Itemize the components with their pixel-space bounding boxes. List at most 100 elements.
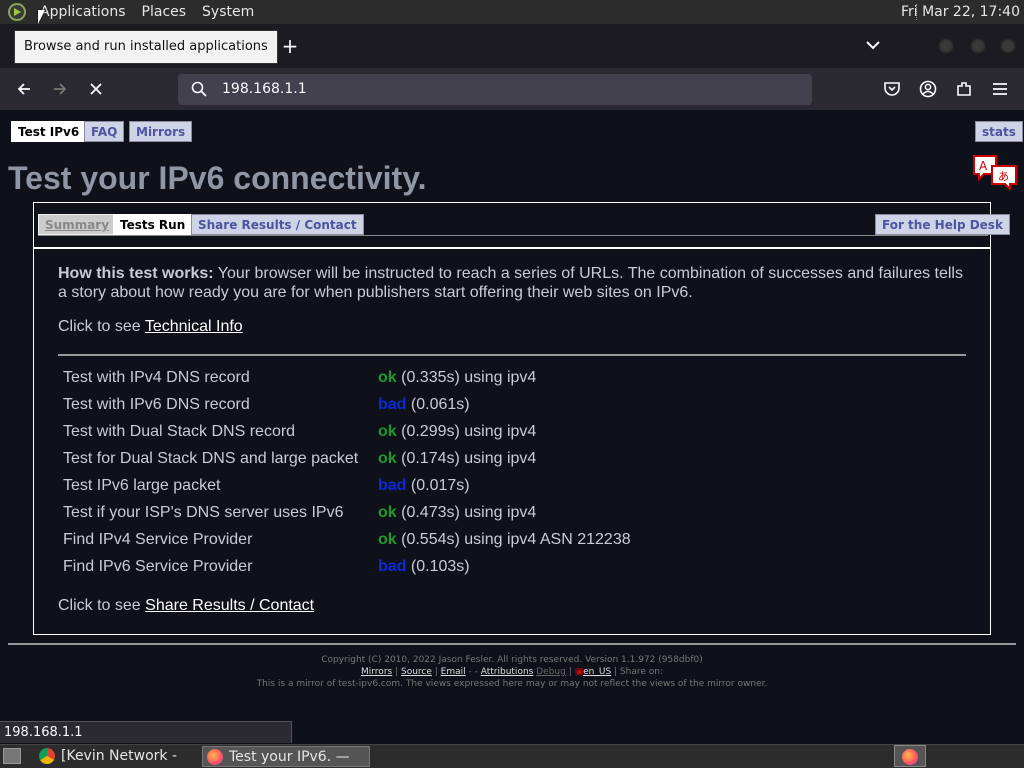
tab-stats[interactable]: stats [975,121,1023,142]
test-result: ok (0.174s) using ipv4 [378,448,536,469]
status-badge: ok [378,450,397,467]
test-result: bad (0.017s) [378,475,470,496]
share-on-label: Share on: [619,667,663,677]
mouse-cursor-icon [38,10,45,24]
search-icon [191,81,207,97]
tab-share-results[interactable]: Share Results / Contact [191,214,364,235]
language-flag-icon: ▣ [574,667,584,677]
copyright-text: Copyright (C) 2010, 2022 Jason Fesler. A… [321,655,703,665]
test-result: ok (0.299s) using ipv4 [378,421,536,442]
test-detail: (0.335s) using ipv4 [401,369,537,386]
status-badge: bad [378,477,407,494]
test-name: Test with IPv6 DNS record [63,396,250,413]
status-badge: ok [378,369,397,386]
status-badge: ok [378,531,397,548]
svg-text:あ: あ [998,170,1009,183]
click-to-see-label: Click to see [58,597,141,614]
share-results-line: Click to see Share Results / Contact [58,597,314,615]
test-result: bad (0.061s) [378,394,470,415]
system-panel: Applications Places System Fri Mar 22, 1… [0,0,1024,24]
footer-links: Mirrors | Source | Email - - Attribution… [361,667,663,677]
test-result: bad (0.103s) [378,556,470,577]
account-icon[interactable] [919,80,937,98]
tab-mirrors[interactable]: Mirrors [129,121,193,142]
new-tab-button[interactable]: + [279,34,301,58]
how-it-works-title: How this test works: [58,265,214,282]
locale-link[interactable]: en_US [583,667,611,677]
arrow-right-icon [54,83,67,95]
taskbar-item-label: [Kevin Network - G... [61,748,178,764]
pocket-icon[interactable] [883,80,901,98]
list-all-tabs-button[interactable] [862,34,884,58]
status-badge: bad [378,558,407,575]
test-result: ok (0.554s) using ipv4 ASN 212238 [378,529,631,550]
firefox-icon [902,749,918,765]
status-badge: ok [378,504,397,521]
workspace-switcher[interactable] [894,745,926,767]
extensions-icon[interactable] [955,80,973,98]
click-to-see-label: Click to see [58,318,141,335]
tab-divider [38,235,988,236]
test-name: Test with IPv4 DNS record [63,369,250,386]
test-detail: (0.554s) using ipv4 ASN 212238 [401,531,631,548]
status-badge: ok [378,423,397,440]
source-link[interactable]: Source [401,667,432,677]
test-name: Find IPv4 Service Provider [63,531,253,548]
menu-system[interactable]: System [194,0,262,24]
tab-summary[interactable]: Summary [38,214,117,235]
test-result: ok (0.473s) using ipv4 [378,502,536,523]
menu-applications[interactable]: Applications [32,0,134,24]
menu-places[interactable]: Places [134,0,195,24]
test-name: Test if your ISP's DNS server uses IPv6 [63,504,344,521]
test-name: Test IPv6 large packet [63,477,221,494]
test-name: Find IPv6 Service Provider [63,558,253,575]
hamburger-menu-icon[interactable] [991,80,1009,98]
chevron-down-icon [866,41,880,50]
taskbar-item-label: Test your IPv6. — M... [229,749,350,765]
close-icon [90,83,102,95]
mirror-note: This is a mirror of test-ipv6.com. The v… [256,679,768,689]
test-detail: (0.017s) [410,477,470,494]
show-desktop-icon[interactable] [3,748,21,764]
test-name: Test for Dual Stack DNS and large packet [63,450,359,467]
status-bar-url: 198.168.1.1 [0,721,292,743]
test-detail: (0.174s) using ipv4 [401,450,537,467]
divider [58,354,966,356]
maximize-button[interactable] [970,38,986,54]
clock[interactable]: Fri Mar 22, 17:40 [901,0,1020,24]
close-window-button[interactable] [1000,38,1016,54]
firefox-icon [207,749,223,765]
stop-loading-button[interactable] [83,76,109,102]
attributions-link[interactable]: Attributions [481,667,534,677]
test-name: Test with Dual Stack DNS record [63,423,296,440]
test-detail: (0.473s) using ipv4 [401,504,537,521]
minimize-button[interactable] [938,38,954,54]
app-menu-logo-icon[interactable] [8,3,26,21]
technical-info-link[interactable]: Technical Info [145,318,243,335]
taskbar-item-firefox[interactable]: Test your IPv6. — M... [202,746,370,767]
debug-link[interactable]: Debug [536,667,566,677]
language-translate-icon[interactable]: A あ [972,154,1018,190]
tab-test-ipv6[interactable]: Test IPv6 [11,121,87,142]
status-badge: bad [378,396,407,413]
test-detail: (0.299s) using ipv4 [401,423,537,440]
how-it-works-text: How this test works: Your browser will b… [58,264,968,302]
back-button[interactable] [11,76,37,102]
taskbar-item-chrome[interactable]: [Kevin Network - G... [35,746,195,767]
technical-info-line: Click to see Technical Info [58,318,243,336]
tab-tests-run[interactable]: Tests Run [113,214,193,235]
mirrors-link[interactable]: Mirrors [361,667,392,677]
chrome-icon [39,748,55,764]
svg-text:A: A [979,159,988,173]
test-detail: (0.103s) [410,558,470,575]
url-input[interactable]: 198.168.1.1 [222,74,307,105]
tab-faq[interactable]: FAQ [84,121,125,142]
tab-help-desk[interactable]: For the Help Desk [875,214,1010,235]
arrow-left-icon [17,83,30,95]
forward-button[interactable] [47,76,73,102]
tooltip: Browse and run installed applications [14,30,278,64]
test-detail: (0.061s) [410,396,470,413]
footer: Copyright (C) 2010, 2022 Jason Fesler. A… [0,654,1024,690]
share-results-link[interactable]: Share Results / Contact [145,597,314,614]
email-link[interactable]: Email [441,667,466,677]
